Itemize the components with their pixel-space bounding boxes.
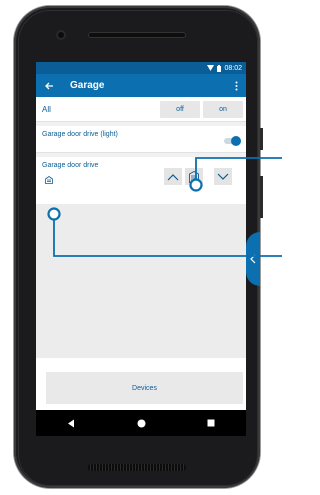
side-button-volume	[260, 176, 263, 218]
app-screen: 08:02 Garage All off on Garage door driv…	[36, 62, 246, 436]
system-nav-bar	[36, 410, 246, 436]
all-on-button[interactable]: on	[203, 100, 243, 118]
earpiece-speaker	[88, 32, 186, 38]
bottom-speaker-grille	[88, 464, 186, 471]
triangle-back-icon[interactable]	[63, 415, 79, 431]
chevron-down-icon	[217, 173, 229, 180]
circle-home-icon[interactable]	[133, 415, 149, 431]
all-off-button[interactable]: off	[160, 100, 200, 118]
light-row: Garage door drive (light)	[36, 126, 246, 153]
garage-row: Garage door drive	[36, 157, 246, 190]
status-bar: 08:02	[36, 62, 246, 74]
light-label: Garage door drive (light)	[42, 131, 118, 138]
door-down-button[interactable]	[214, 168, 232, 185]
door-stop-button[interactable]	[185, 168, 203, 185]
front-camera	[56, 30, 66, 40]
more-vertical-icon[interactable]	[232, 79, 240, 93]
arrow-left-icon[interactable]	[42, 79, 56, 93]
chevron-left-icon[interactable]	[246, 232, 260, 286]
garage-label: Garage door drive	[42, 162, 99, 169]
wifi-icon	[207, 65, 215, 71]
content-area	[36, 204, 246, 358]
all-row: All off on	[36, 97, 246, 122]
garage-icon	[45, 171, 53, 189]
chevron-up-icon	[167, 173, 179, 180]
status-time: 08:02	[224, 64, 242, 72]
side-button-power	[260, 128, 263, 150]
battery-icon	[217, 64, 222, 72]
light-toggle[interactable]	[224, 136, 241, 146]
toggle-knob	[231, 136, 241, 146]
devices-button[interactable]: Devices	[46, 372, 243, 404]
all-label: All	[42, 104, 51, 114]
square-recent-icon[interactable]	[203, 415, 219, 431]
door-up-button[interactable]	[164, 168, 182, 185]
app-bar: Garage	[36, 74, 246, 97]
garage-door-icon	[189, 170, 199, 183]
page-title: Garage	[70, 80, 105, 91]
